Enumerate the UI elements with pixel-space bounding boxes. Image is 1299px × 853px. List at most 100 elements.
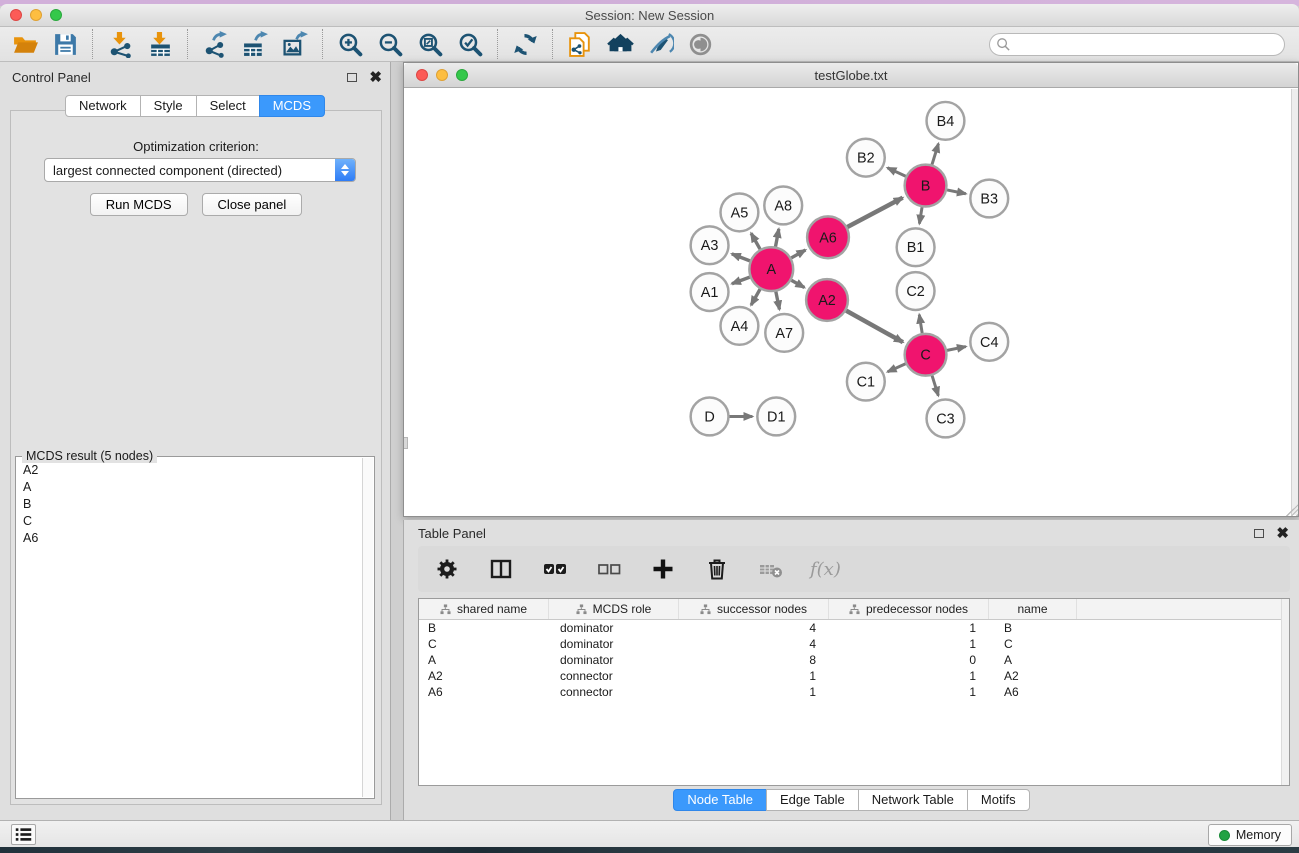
edge-A-A2[interactable] bbox=[791, 280, 804, 287]
search-input[interactable] bbox=[989, 33, 1285, 56]
table-row[interactable]: Cdominator41C bbox=[419, 636, 1289, 652]
table-cell[interactable]: 4 bbox=[679, 637, 829, 651]
table-cell[interactable]: dominator bbox=[549, 637, 679, 651]
unselect-all-columns-icon[interactable] bbox=[594, 554, 624, 584]
float-panel-icon[interactable] bbox=[347, 73, 357, 82]
table-cell[interactable]: connector bbox=[549, 669, 679, 683]
column-header-successor-nodes[interactable]: successor nodes bbox=[679, 599, 829, 619]
table-cell[interactable]: 1 bbox=[829, 669, 989, 683]
add-column-icon[interactable] bbox=[648, 554, 678, 584]
tab-style[interactable]: Style bbox=[140, 95, 197, 117]
edge-C-C1[interactable] bbox=[888, 364, 906, 372]
table-cell[interactable]: dominator bbox=[549, 621, 679, 635]
table-row[interactable]: A6connector11A6 bbox=[419, 684, 1289, 700]
column-header-name[interactable]: name bbox=[989, 599, 1077, 619]
zoom-fit-icon[interactable] bbox=[415, 29, 445, 59]
mcds-result-item[interactable]: C bbox=[17, 512, 362, 529]
table-cell[interactable]: 8 bbox=[679, 653, 829, 667]
table-cell[interactable]: 1 bbox=[829, 621, 989, 635]
function-builder-icon[interactable]: f(x) bbox=[810, 559, 841, 580]
edge-C-C2[interactable] bbox=[919, 315, 922, 333]
table-cell[interactable]: A bbox=[989, 653, 1077, 667]
edge-B-B4[interactable] bbox=[932, 144, 938, 165]
column-header-MCDS-role[interactable]: MCDS role bbox=[549, 599, 679, 619]
table-cell[interactable]: 1 bbox=[679, 669, 829, 683]
table-cell[interactable]: C bbox=[419, 637, 549, 651]
toggle-graphics-details-icon[interactable] bbox=[645, 29, 675, 59]
tab-motifs[interactable]: Motifs bbox=[967, 789, 1030, 811]
criterion-select[interactable]: largest connected component (directed) bbox=[44, 158, 356, 182]
close-table-panel-icon[interactable]: ✖ bbox=[1276, 529, 1289, 539]
apply-layout-icon[interactable] bbox=[510, 29, 540, 59]
table-cell[interactable]: 1 bbox=[829, 685, 989, 699]
run-mcds-button[interactable]: Run MCDS bbox=[90, 193, 188, 216]
network-view-window[interactable]: testGlobe.txt B4B2BB3A8A5A6B1A3AC2A1A2A4… bbox=[403, 62, 1299, 517]
delete-table-icon[interactable] bbox=[756, 554, 786, 584]
edge-A-A5[interactable] bbox=[751, 233, 760, 249]
window-resize-grip[interactable] bbox=[1286, 504, 1298, 516]
node-table[interactable]: shared nameMCDS rolesuccessor nodesprede… bbox=[418, 598, 1290, 786]
edge-A2-C[interactable] bbox=[846, 311, 903, 343]
network-canvas[interactable]: B4B2BB3A8A5A6B1A3AC2A1A2A4A7C4CC1C3DD1 bbox=[404, 89, 1291, 515]
table-cell[interactable]: dominator bbox=[549, 653, 679, 667]
import-network-icon[interactable] bbox=[105, 29, 135, 59]
edge-A-A4[interactable] bbox=[751, 289, 760, 305]
table-cell[interactable]: connector bbox=[549, 685, 679, 699]
float-table-panel-icon[interactable] bbox=[1254, 529, 1264, 538]
table-row[interactable]: Adominator80A bbox=[419, 652, 1289, 668]
table-cell[interactable]: 0 bbox=[829, 653, 989, 667]
table-cell[interactable]: 4 bbox=[679, 621, 829, 635]
table-cell[interactable]: B bbox=[419, 621, 549, 635]
close-panel-button[interactable]: Close panel bbox=[202, 193, 303, 216]
table-cell[interactable]: A6 bbox=[989, 685, 1077, 699]
select-all-columns-icon[interactable] bbox=[540, 554, 570, 584]
table-row[interactable]: A2connector11A2 bbox=[419, 668, 1289, 684]
show-hide-panel-icon[interactable] bbox=[685, 29, 715, 59]
mcds-result-item[interactable]: A6 bbox=[17, 529, 362, 546]
export-table-icon[interactable] bbox=[240, 29, 270, 59]
zoom-selected-icon[interactable] bbox=[455, 29, 485, 59]
tab-mcds[interactable]: MCDS bbox=[259, 95, 325, 117]
mcds-result-item[interactable]: A2 bbox=[17, 461, 362, 478]
edge-A-A3[interactable] bbox=[732, 254, 750, 261]
table-cell[interactable]: B bbox=[989, 621, 1077, 635]
gear-icon[interactable] bbox=[432, 554, 462, 584]
import-table-icon[interactable] bbox=[145, 29, 175, 59]
zoom-in-icon[interactable] bbox=[335, 29, 365, 59]
edge-A-A7[interactable] bbox=[776, 292, 780, 310]
edge-C-C4[interactable] bbox=[947, 347, 966, 351]
tab-network[interactable]: Network bbox=[65, 95, 141, 117]
edge-A-A6[interactable] bbox=[791, 250, 805, 258]
memory-button[interactable]: Memory bbox=[1208, 824, 1292, 846]
table-scrollbar[interactable] bbox=[1281, 599, 1289, 785]
task-history-button[interactable] bbox=[11, 824, 36, 845]
table-cell[interactable]: A2 bbox=[989, 669, 1077, 683]
column-header-predecessor-nodes[interactable]: predecessor nodes bbox=[829, 599, 989, 619]
open-session-icon[interactable] bbox=[10, 29, 40, 59]
mcds-list-scrollbar[interactable] bbox=[362, 458, 373, 797]
table-cell[interactable]: 1 bbox=[679, 685, 829, 699]
edge-A-A8[interactable] bbox=[775, 229, 778, 247]
export-network-icon[interactable] bbox=[200, 29, 230, 59]
new-network-from-selection-icon[interactable] bbox=[565, 29, 595, 59]
table-mode-icon[interactable] bbox=[486, 554, 516, 584]
mcds-result-item[interactable]: B bbox=[17, 495, 362, 512]
tab-node-table[interactable]: Node Table bbox=[673, 789, 767, 811]
table-cell[interactable]: A2 bbox=[419, 669, 549, 683]
edge-A6-B[interactable] bbox=[847, 198, 902, 227]
delete-column-icon[interactable] bbox=[702, 554, 732, 584]
table-cell[interactable]: A bbox=[419, 653, 549, 667]
tab-network-table[interactable]: Network Table bbox=[858, 789, 968, 811]
cybrowser-home-icon[interactable] bbox=[605, 29, 635, 59]
save-session-icon[interactable] bbox=[50, 29, 80, 59]
zoom-out-icon[interactable] bbox=[375, 29, 405, 59]
edge-C-C3[interactable] bbox=[932, 376, 938, 396]
table-cell[interactable]: 1 bbox=[829, 637, 989, 651]
edge-B-B2[interactable] bbox=[887, 168, 905, 177]
edge-A-A1[interactable] bbox=[732, 277, 750, 284]
tab-edge-table[interactable]: Edge Table bbox=[766, 789, 859, 811]
close-panel-icon[interactable]: ✖ bbox=[369, 73, 382, 83]
edge-B-B3[interactable] bbox=[947, 190, 966, 194]
app-titlebar[interactable]: Session: New Session bbox=[0, 4, 1299, 27]
export-image-icon[interactable] bbox=[280, 29, 310, 59]
